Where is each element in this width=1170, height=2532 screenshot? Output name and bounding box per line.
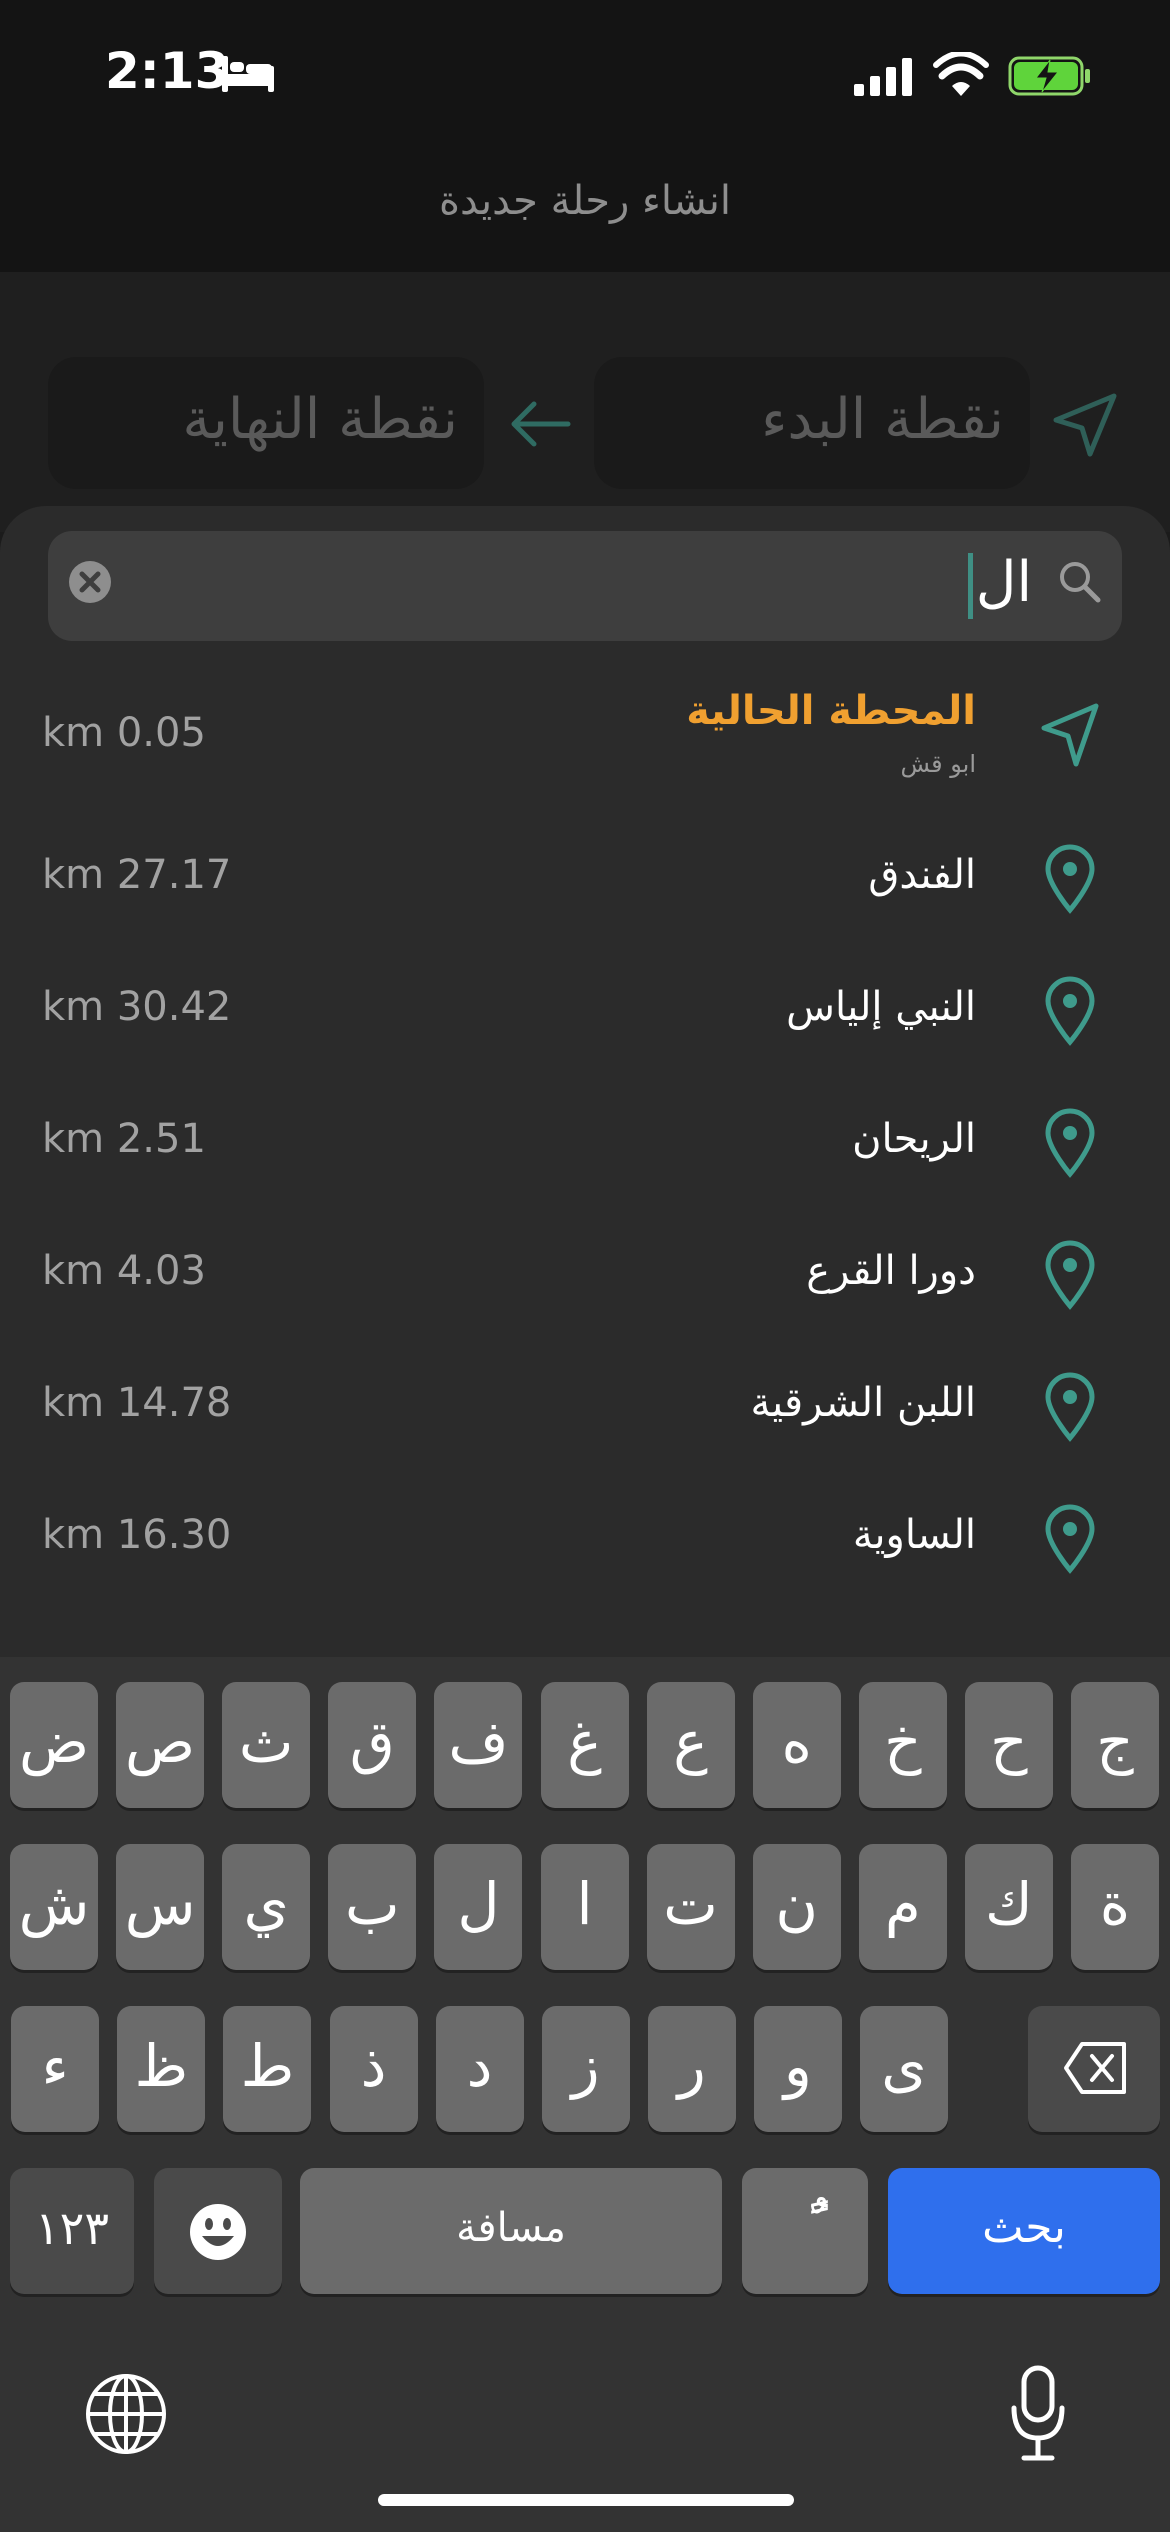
letter-key[interactable]: ف xyxy=(434,1682,523,1808)
search-icon xyxy=(1060,562,1101,603)
search-key[interactable]: بحث xyxy=(888,2168,1160,2294)
result-name: اللبن الشرقية xyxy=(750,1380,976,1426)
letter-key[interactable]: ع xyxy=(646,1682,735,1808)
letter-key[interactable]: ر xyxy=(647,2006,736,2132)
letter-key[interactable]: ه xyxy=(752,1682,841,1808)
end-point-label: نقطة النهاية xyxy=(182,387,458,452)
wifi-icon xyxy=(933,52,989,96)
result-item-current-station[interactable]: المحطة الحالية ابو قش km 0.05 xyxy=(0,670,1170,802)
letter-key[interactable]: د xyxy=(435,2006,524,2132)
letter-key[interactable]: ث xyxy=(222,1682,311,1808)
result-item[interactable]: النبي إلياس km 30.42 xyxy=(0,940,1170,1072)
letter-key[interactable]: ا xyxy=(540,1844,629,1970)
letter-key[interactable]: ي xyxy=(222,1844,311,1970)
letter-key[interactable]: ذ xyxy=(329,2006,418,2132)
result-distance: km 4.03 xyxy=(42,1248,206,1294)
start-location-icon xyxy=(1053,393,1117,457)
clear-search-icon[interactable] xyxy=(68,560,112,604)
letter-key[interactable]: س xyxy=(116,1844,205,1970)
letter-key[interactable]: ل xyxy=(434,1844,523,1970)
search-input[interactable] xyxy=(48,531,1122,641)
letter-key[interactable]: ق xyxy=(328,1682,417,1808)
letter-key[interactable]: ت xyxy=(646,1844,735,1970)
start-point-field[interactable]: نقطة البدء xyxy=(594,357,1030,489)
search-query: ال xyxy=(975,550,1032,615)
letter-key[interactable]: ش xyxy=(10,1844,98,1970)
emoji-icon xyxy=(190,2204,246,2260)
letter-key[interactable]: م xyxy=(858,1844,947,1970)
result-name: الفندق xyxy=(868,852,976,898)
result-name: المحطة الحالية xyxy=(686,688,976,734)
numbers-key[interactable]: ١٢٣ xyxy=(10,2168,134,2294)
map-pin-icon xyxy=(1045,1372,1095,1442)
letter-key[interactable]: ض xyxy=(10,1682,98,1808)
delete-key[interactable] xyxy=(1028,2006,1160,2132)
letter-key[interactable]: ى xyxy=(860,2006,948,2132)
emoji-key[interactable] xyxy=(154,2168,282,2294)
result-distance: km 16.30 xyxy=(42,1512,232,1558)
page-title: انشاء رحلة جديدة xyxy=(439,178,731,224)
backspace-icon xyxy=(1064,2042,1126,2094)
globe-icon[interactable] xyxy=(84,2372,168,2456)
letter-key[interactable]: ن xyxy=(752,1844,841,1970)
map-pin-icon xyxy=(1045,1504,1095,1574)
map-pin-icon xyxy=(1045,976,1095,1046)
letter-key[interactable]: ة xyxy=(1071,1844,1159,1970)
bed-icon xyxy=(222,56,274,92)
result-distance: km 27.17 xyxy=(42,852,232,898)
result-distance: km 2.51 xyxy=(42,1116,206,1162)
result-name: النبي إلياس xyxy=(786,984,976,1030)
result-item[interactable]: الفندق km 27.17 xyxy=(0,808,1170,940)
result-item[interactable]: اللبن الشرقية km 14.78 xyxy=(0,1336,1170,1468)
battery-charging-icon xyxy=(1008,56,1090,96)
result-distance: km 0.05 xyxy=(42,710,206,756)
letter-key[interactable]: ء xyxy=(11,2006,100,2132)
letter-key[interactable]: خ xyxy=(858,1682,947,1808)
letter-key[interactable]: ز xyxy=(541,2006,630,2132)
start-point-label: نقطة البدء xyxy=(761,387,1004,452)
letter-key[interactable]: ك xyxy=(964,1844,1053,1970)
letter-key[interactable]: غ xyxy=(540,1682,629,1808)
letter-key[interactable]: و xyxy=(753,2006,842,2132)
letter-key[interactable]: ب xyxy=(328,1844,417,1970)
result-distance: km 30.42 xyxy=(42,984,232,1030)
signal-icon xyxy=(854,58,912,96)
letter-key[interactable]: ط xyxy=(223,2006,312,2132)
result-name: دورا القرع xyxy=(806,1248,976,1294)
result-name: الريحان xyxy=(852,1116,976,1162)
result-name: الساوية xyxy=(852,1512,976,1558)
microphone-icon[interactable] xyxy=(1008,2364,1068,2464)
result-item[interactable]: دورا القرع km 4.03 xyxy=(0,1204,1170,1336)
letter-key[interactable]: ح xyxy=(964,1682,1053,1808)
result-subtitle: ابو قش xyxy=(900,750,976,778)
home-indicator xyxy=(378,2494,794,2506)
letter-key[interactable]: ظ xyxy=(117,2006,206,2132)
letter-key[interactable]: ج xyxy=(1071,1682,1159,1808)
space-key[interactable]: مسافة xyxy=(300,2168,722,2294)
letter-key[interactable]: ص xyxy=(116,1682,205,1808)
map-pin-icon xyxy=(1045,1240,1095,1310)
navigation-arrow-icon xyxy=(1041,703,1099,767)
map-pin-icon xyxy=(1045,844,1095,914)
map-pin-icon xyxy=(1045,1108,1095,1178)
result-item[interactable]: الساوية km 16.30 xyxy=(0,1468,1170,1600)
text-caret xyxy=(968,553,973,619)
result-distance: km 14.78 xyxy=(42,1380,232,1426)
arrow-left-icon xyxy=(511,401,571,447)
status-time: 2:13 xyxy=(105,42,230,100)
diacritics-key[interactable]: ًٌ xyxy=(742,2168,868,2294)
end-point-field[interactable]: نقطة النهاية xyxy=(48,357,484,489)
result-item[interactable]: الريحان km 2.51 xyxy=(0,1072,1170,1204)
